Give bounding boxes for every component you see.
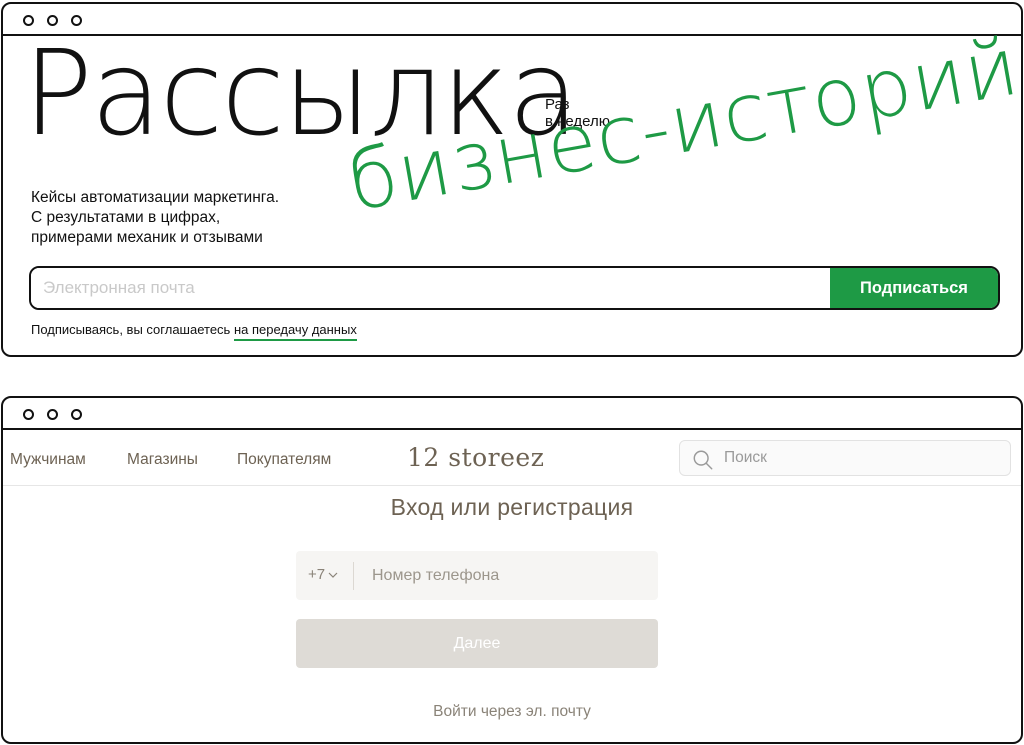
next-button[interactable]: Далее <box>296 619 658 668</box>
nav-item-men[interactable]: Мужчинам <box>10 451 86 469</box>
login-title: Вход или регистрация <box>390 494 634 520</box>
store-logo[interactable]: 12 storeez <box>407 443 544 472</box>
search-input[interactable] <box>724 441 1004 475</box>
subscribe-button[interactable]: Подписаться <box>830 268 998 308</box>
country-code-select[interactable]: +7 <box>308 566 338 583</box>
description-line: С результатами в цифрах, <box>31 209 221 226</box>
email-login-link[interactable]: Войти через эл. почту <box>433 703 591 720</box>
phone-field: +7 <box>296 551 658 600</box>
consent-link[interactable]: на передачу данных <box>233 322 357 341</box>
store-window: Мужчинам Магазины Покупателям 12 storeez… <box>1 396 1023 744</box>
phone-divider <box>353 562 354 590</box>
phone-input[interactable] <box>372 551 642 600</box>
email-login: Войти через эл. почту <box>3 703 1021 721</box>
window-titlebar <box>3 398 1021 430</box>
chevron-down-icon <box>328 572 338 578</box>
subscribe-form: Подписаться <box>29 266 1000 310</box>
store-navbar: Мужчинам Магазины Покупателям 12 storeez <box>3 432 1021 486</box>
newsletter-window: Рассылка Раз в неделю бизнес-историй Кей… <box>1 2 1023 357</box>
window-dot-icon <box>47 409 58 420</box>
window-dot-icon <box>23 409 34 420</box>
nav-item-buyers[interactable]: Покупателям <box>237 451 331 469</box>
search-box[interactable] <box>679 440 1011 476</box>
consent-note: Подписываясь, вы соглашаетесь на передач… <box>31 322 357 341</box>
nav-item-stores[interactable]: Магазины <box>127 451 198 469</box>
description-line: Кейсы автоматизации маркетинга. <box>31 189 279 206</box>
email-input[interactable] <box>31 268 830 308</box>
window-dot-icon <box>71 409 82 420</box>
consent-text: Подписываясь, вы соглашаетесь <box>31 322 234 337</box>
newsletter-description: Кейсы автоматизации маркетинга. С резуль… <box>31 188 279 248</box>
search-icon <box>693 450 713 470</box>
country-code-value: +7 <box>308 566 326 583</box>
description-line: примерами механик и отзывами <box>31 229 263 246</box>
